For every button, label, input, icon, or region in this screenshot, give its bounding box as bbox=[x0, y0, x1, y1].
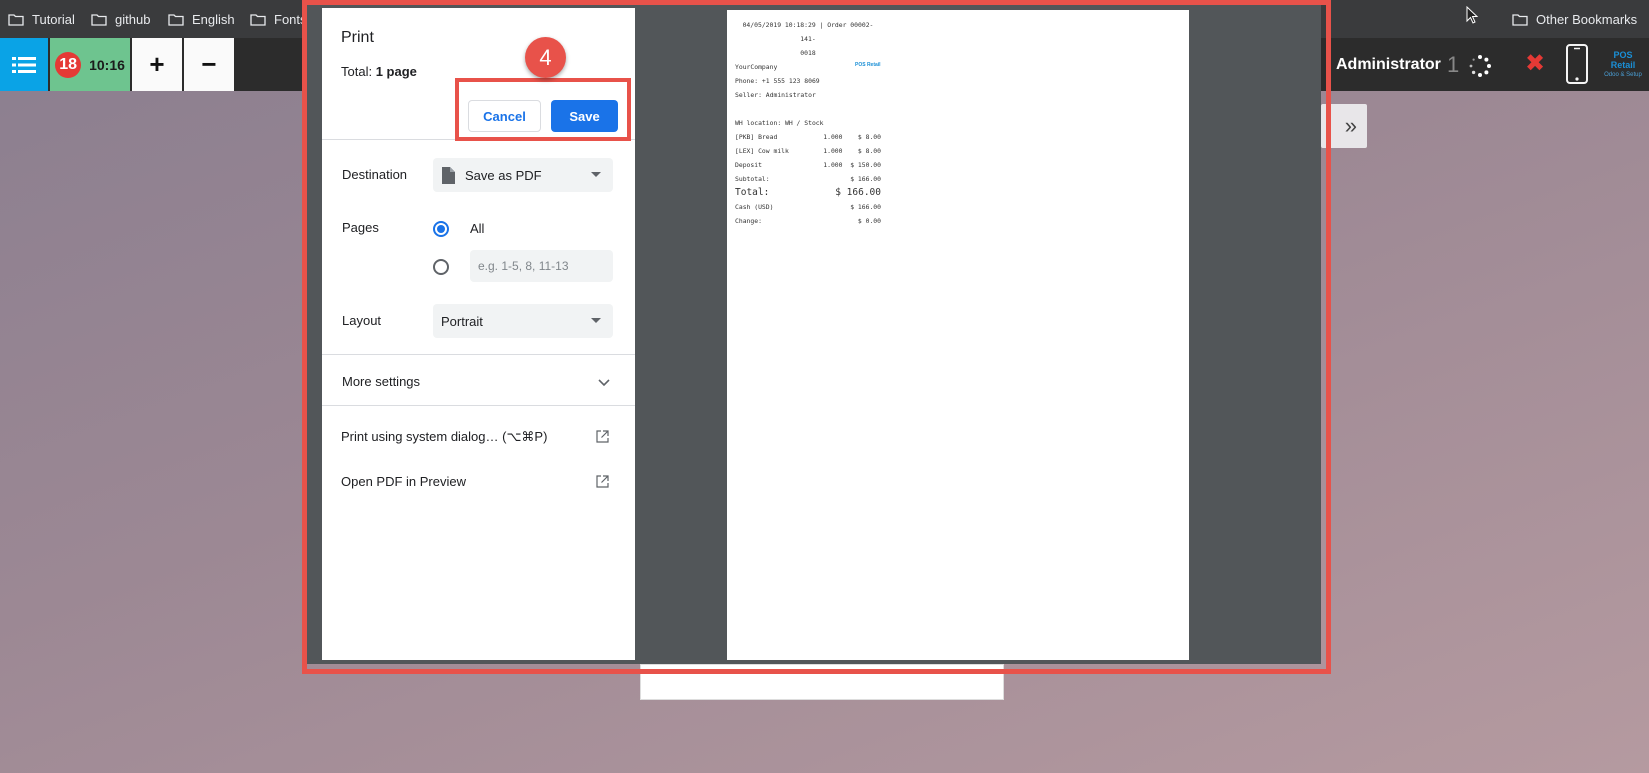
page-total: Total: 1 page bbox=[341, 64, 417, 79]
receipt-phone: Phone: +1 555 123 8069 bbox=[735, 77, 820, 85]
bookmark-label: Other Bookmarks bbox=[1536, 11, 1638, 27]
total-label: Total: bbox=[735, 187, 770, 198]
page-total-prefix: Total: bbox=[341, 64, 376, 79]
receipt-line: [LEX] Cow milk 1.000 $ 8.00 bbox=[735, 144, 881, 158]
receipt-line-price: $ 8.00 bbox=[857, 147, 881, 155]
double-chevron-right-icon: » bbox=[1344, 113, 1357, 138]
subtotal-value: $ 166.00 bbox=[850, 175, 881, 183]
dropdown-arrow-icon bbox=[591, 172, 601, 177]
document-icon bbox=[442, 166, 455, 184]
bookmark-label: Tutorial bbox=[32, 11, 75, 27]
layout-value: Portrait bbox=[441, 313, 483, 329]
pos-retail-logo: POS Retail Odoo & Setup bbox=[1603, 50, 1643, 80]
bookmark-tutorial[interactable]: Tutorial bbox=[8, 0, 75, 38]
receipt-line: [PKB] Bread 1.000 $ 8.00 bbox=[735, 130, 881, 144]
list-icon bbox=[12, 56, 36, 73]
receipt-cash: Cash (USD) $ 166.00 bbox=[735, 200, 881, 214]
receipt-header: 04/05/2019 10:18:29 | Order 00002-141- bbox=[742, 21, 874, 43]
bookmark-label: English bbox=[192, 11, 235, 27]
layout-label: Layout bbox=[342, 313, 382, 328]
pages-custom-radio[interactable] bbox=[433, 259, 449, 275]
print-preview-page: 04/05/2019 10:18:29 | Order 00002-141- 0… bbox=[727, 10, 1189, 660]
print-title: Print bbox=[341, 29, 374, 46]
logo-text: POS Retail bbox=[1610, 50, 1636, 70]
bookmark-fonts[interactable]: Fonts bbox=[250, 0, 307, 38]
layout-select[interactable]: Portrait bbox=[433, 304, 613, 338]
sync-count: 1 bbox=[1447, 51, 1460, 77]
receipt-line-price: $ 8.00 bbox=[857, 133, 881, 141]
chevron-down-icon[interactable] bbox=[598, 379, 610, 387]
receipt-line-qty: 1.000 bbox=[823, 161, 843, 169]
user-name[interactable]: Administrator bbox=[1336, 38, 1441, 91]
receipt-line-name: [LEX] Cow milk bbox=[735, 147, 789, 155]
receipt: 04/05/2019 10:18:29 | Order 00002-141- 0… bbox=[735, 18, 881, 228]
receipt-line: Deposit 1.000 $ 150.00 bbox=[735, 158, 881, 172]
receipt-location: WH location: WH / Stock bbox=[735, 119, 824, 127]
logo-subtext: Odoo & Setup bbox=[1604, 72, 1642, 78]
more-settings-toggle[interactable]: More settings bbox=[342, 374, 420, 389]
receipt-line-name: Deposit bbox=[735, 161, 762, 169]
open-external-icon[interactable] bbox=[596, 430, 609, 443]
receipt-line-name: [PKB] Bread bbox=[735, 133, 778, 141]
mouse-cursor-icon bbox=[1466, 6, 1479, 24]
cash-label: Cash (USD) bbox=[735, 203, 774, 211]
annotation-highlight-box bbox=[455, 78, 631, 141]
open-pdf-preview-link[interactable]: Open PDF in Preview bbox=[341, 474, 466, 489]
destination-value: Save as PDF bbox=[465, 167, 542, 183]
folder-icon bbox=[91, 13, 107, 26]
bookmark-label: github bbox=[115, 11, 151, 27]
page-total-value: 1 page bbox=[375, 64, 417, 79]
bookmark-english[interactable]: English bbox=[168, 0, 235, 38]
receipt-total: Total: $ 166.00 bbox=[735, 186, 881, 200]
folder-icon bbox=[168, 13, 184, 26]
step-number-badge: 4 bbox=[525, 37, 566, 78]
receipt-line-qty: 1.000 bbox=[823, 147, 843, 155]
order-selector[interactable]: 18 10:16 bbox=[50, 38, 130, 91]
receipt-subtotal: Subtotal: $ 166.00 bbox=[735, 172, 881, 186]
next-button[interactable]: » bbox=[1321, 104, 1367, 148]
destination-label: Destination bbox=[342, 167, 408, 182]
system-dialog-link[interactable]: Print using system dialog… (⌥⌘P) bbox=[341, 429, 547, 445]
receipt-logo: POS Retail bbox=[855, 62, 881, 68]
remove-order-button[interactable]: − bbox=[184, 38, 234, 91]
folder-icon bbox=[1512, 13, 1528, 26]
change-label: Change: bbox=[735, 217, 762, 225]
divider bbox=[322, 405, 635, 406]
pages-all-radio[interactable] bbox=[433, 221, 449, 237]
menu-button[interactable] bbox=[0, 38, 48, 91]
receipt-line-price: $ 150.00 bbox=[850, 161, 881, 169]
change-value: $ 0.00 bbox=[857, 217, 881, 225]
divider bbox=[322, 354, 635, 355]
bookmark-github[interactable]: github bbox=[91, 0, 150, 38]
order-time: 10:16 bbox=[89, 56, 125, 73]
cash-value: $ 166.00 bbox=[850, 203, 881, 211]
pages-label: Pages bbox=[342, 220, 379, 235]
subtotal-label: Subtotal: bbox=[735, 175, 770, 183]
loading-spinner-icon bbox=[1469, 55, 1491, 77]
bookmark-other[interactable]: Other Bookmarks bbox=[1512, 0, 1637, 38]
add-order-button[interactable]: + bbox=[132, 38, 182, 91]
folder-icon bbox=[8, 13, 24, 26]
background-panel bbox=[640, 664, 1004, 700]
destination-select[interactable]: Save as PDF bbox=[433, 158, 613, 192]
pages-all-label: All bbox=[470, 221, 485, 236]
folder-icon bbox=[250, 13, 266, 26]
open-external-icon[interactable] bbox=[596, 475, 609, 488]
total-value: $ 166.00 bbox=[835, 187, 881, 198]
pages-range-input[interactable] bbox=[470, 250, 613, 282]
mobile-phone-icon[interactable] bbox=[1565, 44, 1589, 84]
close-pos-button[interactable]: ✖ bbox=[1525, 49, 1545, 78]
receipt-change: Change: $ 0.00 bbox=[735, 214, 881, 228]
dropdown-arrow-icon bbox=[591, 318, 601, 323]
receipt-line-qty: 1.000 bbox=[823, 133, 843, 141]
order-count-badge: 18 bbox=[55, 51, 82, 78]
receipt-seller: Seller: Administrator bbox=[735, 91, 816, 99]
